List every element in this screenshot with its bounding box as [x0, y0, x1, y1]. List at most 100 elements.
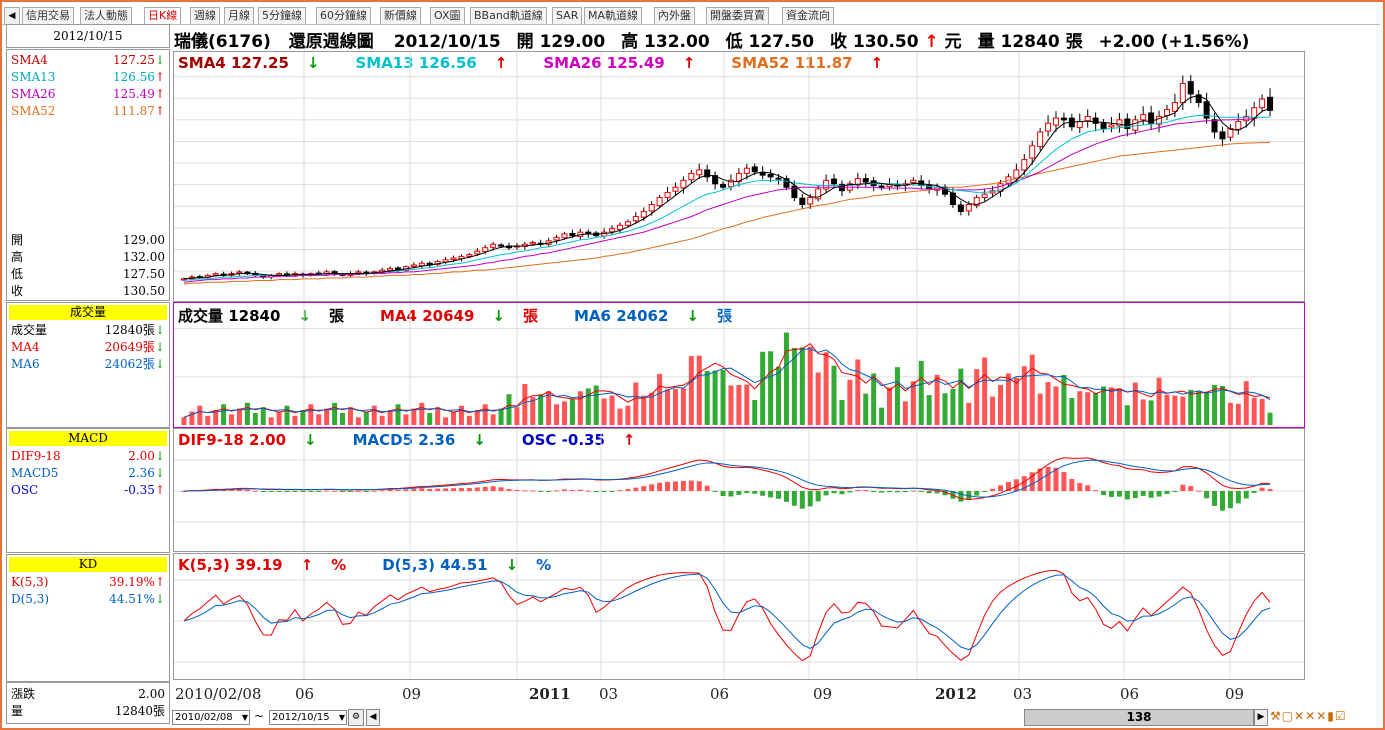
osc-bar	[332, 490, 338, 492]
left-row-value: 20649張↓	[105, 339, 165, 355]
candle	[640, 210, 647, 218]
volume-bar	[672, 388, 678, 425]
osc-bar	[292, 491, 298, 492]
tab-1[interactable]: 法人動態	[80, 7, 132, 24]
osc-bar	[1204, 491, 1210, 499]
volume-bar	[451, 411, 456, 425]
go-button[interactable]: ⚙	[348, 709, 364, 726]
tab-3[interactable]: 週線	[190, 7, 220, 24]
volume-bar	[783, 332, 789, 425]
tab-2[interactable]: 日K線	[144, 7, 182, 24]
from-date-select[interactable]: 2010/02/08 ▼	[172, 710, 250, 725]
volume-bar	[823, 352, 829, 425]
to-date-select[interactable]: 2012/10/15 ▼	[269, 710, 347, 725]
osc-bar	[1116, 491, 1122, 497]
to-date: 2012/10/15	[272, 712, 330, 723]
candle	[1013, 169, 1020, 179]
tab-9[interactable]: BBand軌道線	[470, 7, 547, 24]
osc-bar	[768, 491, 774, 498]
osc-bar	[387, 489, 393, 491]
low-value: 127.50	[748, 32, 815, 52]
left-row: 開 129.00	[9, 232, 167, 248]
volume-bar	[1188, 389, 1194, 425]
left-row-value: 127.25↓	[113, 52, 165, 68]
left-kd-box: KD K(5,3) 39.19%↑ D(5,3) 44.51%↓	[6, 554, 170, 682]
osc-bar	[649, 484, 655, 491]
osc-bar	[585, 490, 591, 492]
close-label: 收	[830, 32, 848, 52]
candle	[1179, 83, 1186, 104]
osc-bar	[688, 480, 694, 491]
osc-bar	[474, 487, 480, 491]
tab-scroll-left-button[interactable]: ◀	[4, 7, 20, 25]
tab-4[interactable]: 月線	[224, 7, 254, 24]
candle	[1140, 114, 1147, 121]
tab-0[interactable]: 信用交易	[22, 7, 74, 24]
candle	[1219, 131, 1226, 140]
x-tick-label: 09	[402, 685, 422, 703]
candle	[442, 259, 449, 263]
osc-bar	[815, 491, 821, 502]
tab-7[interactable]: 新價線	[380, 7, 421, 24]
tab-11[interactable]: MA軌道線	[584, 7, 643, 24]
candle	[1029, 145, 1036, 159]
osc-bar	[276, 491, 282, 492]
date-range-sep: ~	[254, 709, 265, 723]
bottom-toolbar: 2010/02/08 ▼ ~ 2012/10/15 ▼ ⚙ ◀ 138 ▶ ⚒▢…	[172, 708, 1382, 726]
kd-chart: 805020	[174, 554, 1304, 679]
left-row: MACD5 2.36↓	[9, 465, 167, 481]
scroll-left-button[interactable]: ◀	[366, 709, 380, 726]
candle	[1060, 117, 1067, 121]
volume-bar	[300, 410, 306, 425]
tab-13[interactable]: 開盤委買賣	[706, 7, 769, 24]
candle	[450, 257, 457, 260]
candle	[648, 204, 655, 212]
candle	[355, 271, 362, 274]
volume-bar	[363, 411, 369, 425]
tab-12[interactable]: 內外盤	[654, 7, 695, 24]
volume-bar	[736, 385, 742, 425]
up-arrow-icon: ↑	[154, 575, 165, 589]
low-label: 低	[725, 32, 743, 52]
osc-bar	[879, 491, 885, 493]
osc-bar	[783, 491, 789, 502]
left-row-number: 12840張	[104, 323, 155, 337]
tab-10[interactable]: SAR	[552, 7, 583, 24]
osc-bar	[1227, 491, 1233, 509]
candle	[743, 167, 750, 174]
tab-6[interactable]: 60分鐘線	[316, 7, 371, 24]
osc-bar	[1093, 490, 1099, 492]
scrollbar-thumb[interactable]: 138	[1024, 709, 1254, 726]
x-tick-label: 09	[813, 685, 833, 703]
left-row-value: 132.00	[123, 249, 165, 265]
volume-bar	[546, 391, 552, 425]
osc-bar	[284, 491, 290, 492]
tab-8[interactable]: OX圖	[430, 7, 465, 24]
volume-bar	[1267, 412, 1273, 425]
candle	[807, 197, 814, 205]
scroll-right-button[interactable]: ▶	[1254, 709, 1268, 726]
price-panel: SMA4 127.25 ↓ SMA13 126.56 ↑ SMA26 125.49 ↑ SM…	[173, 51, 1305, 302]
volume-bar	[395, 404, 401, 425]
left-row-value: 111.87↑	[113, 103, 165, 119]
k-line	[183, 569, 1271, 662]
osc-bar	[363, 491, 369, 492]
x-tick-label: 2011	[529, 685, 571, 703]
left-row-number: 39.19%	[109, 575, 155, 589]
tab-14[interactable]: 資金流向	[782, 7, 834, 24]
volume-bar	[871, 373, 877, 425]
tab-5[interactable]: 5分鐘線	[258, 7, 306, 24]
left-row-number: -0.35	[124, 483, 155, 497]
osc-bar	[720, 491, 726, 496]
toolbar-icons[interactable]: ⚒▢✕✕✕▮☑	[1270, 709, 1347, 723]
kd-panel: K(5,3) 39.19↑%D(5,3) 44.51↓% 805020	[173, 553, 1305, 680]
volume-bar	[680, 388, 686, 425]
left-row-name: DIF9-18	[11, 449, 61, 463]
candle	[751, 166, 758, 173]
osc-bar	[1061, 472, 1067, 491]
volume-bar	[863, 393, 869, 425]
tab-bar: ◀ 信用交易 法人動態 日K線 週線 月線 5分鐘線 60分鐘線 新價線 OX圖 BBand軌道線 S…	[2, 4, 1380, 25]
volume-bar	[1124, 405, 1130, 425]
left-row-value: 12840張↓	[105, 322, 165, 338]
header-date: 2012/10/15	[393, 32, 501, 52]
